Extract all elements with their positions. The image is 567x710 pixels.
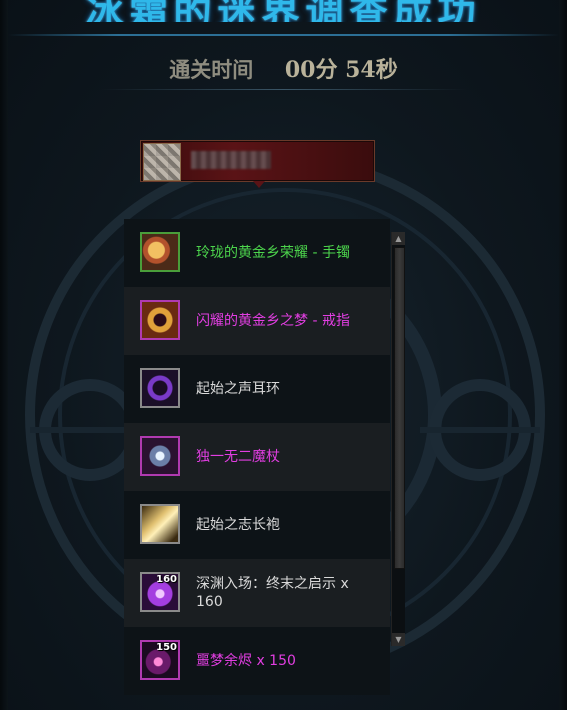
robe-icon — [140, 504, 180, 544]
player-nameplate — [140, 140, 375, 182]
abyss-orb-icon: 160 — [140, 572, 180, 612]
clear-time-row: 通关时间 00分 54秒 — [0, 52, 567, 90]
item-quantity: 150 — [156, 642, 177, 653]
reward-item-earring[interactable]: 起始之声耳环 — [124, 355, 390, 423]
reward-item-robe[interactable]: 起始之志长袍 — [124, 491, 390, 559]
reward-list: 玲珑的黄金乡荣耀 - 手镯 闪耀的黄金乡之梦 - 戒指 起始之声耳环 独一无二魔… — [124, 219, 390, 710]
earring-icon — [140, 368, 180, 408]
left-frame — [0, 0, 8, 710]
right-frame — [559, 0, 567, 710]
time-divider — [100, 89, 467, 90]
reward-name: 起始之声耳环 — [196, 381, 280, 397]
player-avatar — [143, 143, 181, 181]
reward-item-bracelet[interactable]: 玲珑的黄金乡荣耀 - 手镯 — [124, 219, 390, 287]
nameplate-pointer — [253, 181, 265, 188]
reward-list-scrollbar[interactable]: ▲ ▼ — [391, 232, 405, 646]
ember-icon: 150 — [140, 640, 180, 680]
scroll-up-arrow-icon[interactable]: ▲ — [392, 232, 405, 245]
reward-item-ember[interactable]: 150 噩梦余烬 x 150 — [124, 627, 390, 695]
player-name-blurred — [191, 151, 271, 169]
reward-name: 深渊入场：终末之启示 x 160 — [196, 576, 349, 610]
ring-icon — [140, 300, 180, 340]
reward-name: 起始之志长袍 — [196, 517, 280, 533]
bracelet-icon — [140, 232, 180, 272]
clear-time-label: 通关时间 — [169, 57, 254, 82]
reward-name: 噩梦余烬 x 150 — [196, 653, 296, 669]
scroll-down-arrow-icon[interactable]: ▼ — [392, 633, 405, 646]
wand-icon — [140, 436, 180, 476]
reward-name: 玲珑的黄金乡荣耀 - 手镯 — [196, 245, 350, 261]
reward-item-ring[interactable]: 闪耀的黄金乡之梦 - 戒指 — [124, 287, 390, 355]
reward-item-wand[interactable]: 独一无二魔杖 — [124, 423, 390, 491]
reward-name: 独一无二魔杖 — [196, 449, 280, 465]
reward-name: 闪耀的黄金乡之梦 - 戒指 — [196, 313, 350, 329]
clear-time-value: 00分 54秒 — [284, 57, 398, 83]
scroll-thumb[interactable] — [394, 247, 405, 569]
reward-item-abyss-ticket[interactable]: 160 深渊入场：终末之启示 x 160 — [124, 559, 390, 627]
banner-divider — [8, 34, 559, 36]
item-quantity: 160 — [156, 574, 177, 585]
banner-title: 冰霜的迷界调查成功 — [0, 0, 567, 22]
